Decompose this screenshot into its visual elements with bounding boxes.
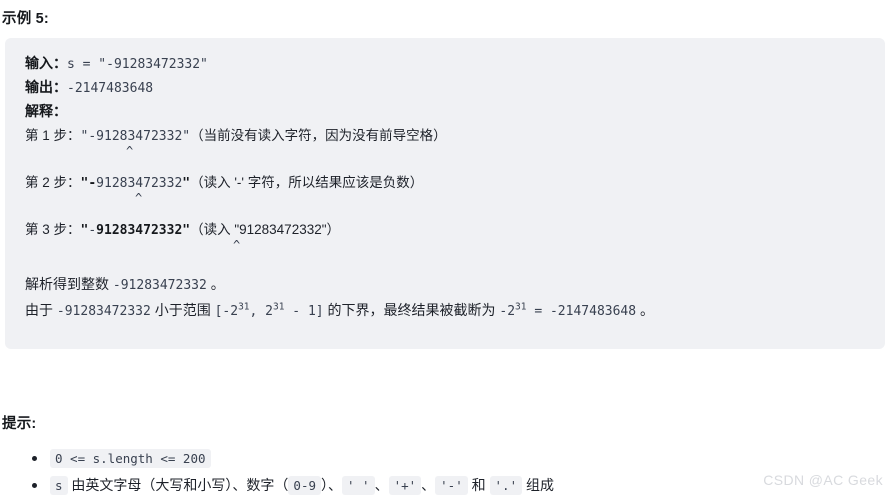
parse-result-prefix: 解析得到整数 [25, 276, 113, 292]
step-sign: - [88, 223, 97, 238]
range-open: [-2 [214, 304, 239, 319]
clamped-equals: = [526, 304, 550, 319]
input-label: 输入： [25, 55, 67, 71]
clamp-part-3: 的下界，最终结果被截断为 [323, 302, 500, 318]
csdn-watermark: CSDN @AC Geek [763, 472, 883, 488]
parse-result-suffix: 。 [206, 276, 225, 292]
step-note: （当前没有读入字符，因为没有前导空格） [190, 128, 447, 143]
clamped-expression: -231 = -2147483648 [499, 301, 637, 319]
step-text: 第 2 步："-91283472332"（读入 '-' 字符，所以结果应该是负数… [25, 175, 424, 191]
step-caret-marker: ^ [126, 144, 134, 158]
hint-text: ）、 [321, 477, 342, 493]
hint-text: 和 [467, 477, 490, 493]
step-digits: 91283472332 [96, 176, 183, 191]
step-string: "-91283472332" [81, 223, 191, 238]
hint-list-item: 0 <= s.length <= 200 [0, 445, 554, 472]
step-quote-close: " [182, 129, 191, 144]
hint-list-item: s 由英文字母（大写和小写）、数字（ 0-9）、 ' '、 '+'、 '-' 和 '.'… [0, 472, 554, 499]
hints-heading: 提示: [2, 416, 37, 432]
hint-text: 、 [421, 477, 436, 493]
step-string: "-91283472332" [81, 129, 191, 144]
problem-description-page: 示例 5: 输入：s = "-91283472332" 输出：-21474836… [0, 0, 895, 500]
hint-code-chip: 0 <= s.length <= 200 [50, 449, 211, 468]
clamp-part-2: 小于范围 [150, 302, 215, 318]
clamped-exponent: 31 [515, 301, 527, 313]
hint-code-chip: '+' [388, 476, 422, 495]
step-caret-marker: ^ [233, 238, 241, 252]
step-text: 第 1 步："-91283472332"（当前没有读入字符，因为没有前导空格） [25, 128, 447, 144]
step-digits: 91283472332 [96, 223, 183, 238]
step-sign: - [88, 176, 97, 191]
explanation-step: 第 2 步："-91283472332"（读入 '-' 字符，所以结果应该是负数… [25, 172, 865, 219]
step-digits: 91283472332 [96, 129, 183, 144]
step-note: （读入 '-' 字符，所以结果应该是负数） [190, 175, 424, 190]
step-note: （读入 "91283472332"） [190, 222, 341, 237]
input-value: s = "-91283472332" [67, 57, 208, 72]
range-mid: , 2 [249, 304, 274, 319]
explanation-step: 第 1 步："-91283472332"（当前没有读入字符，因为没有前导空格） … [25, 125, 865, 172]
input-line: 输入：s = "-91283472332" [25, 52, 865, 76]
output-value: -2147483648 [67, 81, 154, 96]
clamped-base: -2 [499, 304, 516, 319]
hints-list: 0 <= s.length <= 200 s 由英文字母（大写和小写）、数字（ 0… [0, 445, 554, 499]
explanation-step: 第 3 步："-91283472332"（读入 "91283472332"） ^ [25, 219, 865, 266]
output-label: 输出： [25, 79, 67, 95]
clamped-value: -2147483648 [549, 304, 637, 319]
range-close: - 1] [284, 304, 324, 319]
step-sign: - [88, 129, 97, 144]
hint-code-chip: '.' [489, 476, 523, 495]
example-code-block: 输入：s = "-91283472332" 输出：-2147483648 解释：… [5, 38, 885, 349]
hint-code-chip: '-' [435, 476, 468, 495]
clamp-part-4: 。 [636, 302, 654, 318]
step-caret-marker: ^ [135, 191, 143, 205]
step-prefix: 第 2 步： [25, 175, 81, 190]
range-exponent-1: 31 [238, 301, 250, 313]
hint-code-chip: s [50, 476, 68, 495]
parse-result-line: 解析得到整数 -91283472332 。 [25, 272, 865, 298]
step-prefix: 第 3 步： [25, 222, 81, 237]
hint-code-chip: 0-9 [288, 476, 321, 495]
clamp-result-line: 由于 -91283472332 小于范围 [-231, 231 - 1] 的下界… [25, 298, 865, 324]
step-quote-close: " [182, 223, 191, 238]
step-string: "-91283472332" [81, 176, 191, 191]
step-prefix: 第 1 步： [25, 128, 81, 143]
range-exponent-2: 31 [273, 301, 285, 313]
step-quote-close: " [182, 176, 191, 191]
step-text: 第 3 步："-91283472332"（读入 "91283472332"） [25, 222, 341, 238]
clamp-part-1: 由于 [25, 302, 57, 318]
parse-result-number: -91283472332 [112, 278, 207, 293]
hint-code-chip: ' ' [342, 476, 375, 495]
hint-text: 组成 [522, 477, 554, 493]
clamp-range: [-231, 231 - 1] [214, 301, 324, 319]
hint-text: 由英文字母（大写和小写）、数字（ [67, 477, 289, 493]
output-line: 输出：-2147483648 [25, 76, 865, 100]
explanation-label: 解释： [25, 103, 67, 119]
example-heading: 示例 5: [2, 11, 49, 27]
hint-text: 、 [374, 477, 389, 493]
clamp-number: -91283472332 [56, 304, 151, 319]
